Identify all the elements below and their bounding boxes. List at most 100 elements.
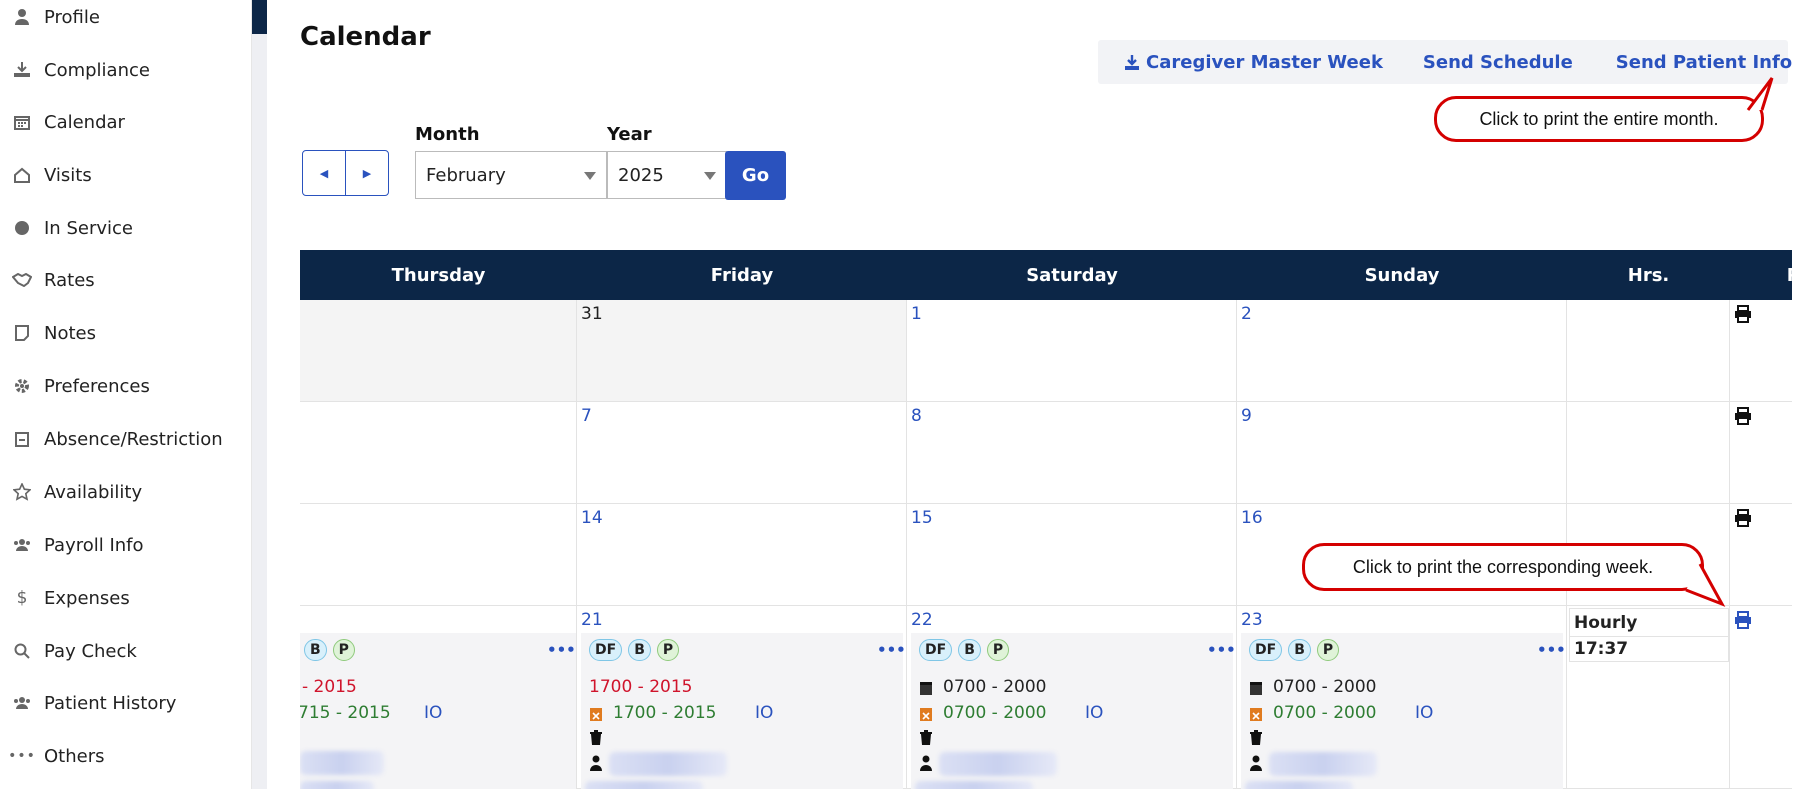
day-cell[interactable] bbox=[300, 300, 577, 402]
hours-cell bbox=[1567, 300, 1730, 402]
day-cell[interactable]: 31 bbox=[577, 300, 907, 402]
more-options-icon[interactable]: ••• bbox=[877, 641, 906, 659]
sidebar-item-availability[interactable]: Availability bbox=[0, 472, 252, 512]
print-week-icon[interactable] bbox=[1734, 509, 1752, 527]
day-cell[interactable]: 15 bbox=[907, 504, 1237, 606]
callout-print-week: Click to print the corresponding week. bbox=[1302, 543, 1704, 591]
callout-print-week-text: Click to print the corresponding week. bbox=[1352, 556, 1654, 577]
day-cell[interactable]: 21 DF B P ••• 1700 - 2015 1700 - 2015 IO bbox=[577, 606, 907, 789]
print-week-icon[interactable] bbox=[1734, 407, 1752, 425]
sidebar: Profile Compliance Calendar Visits In Se… bbox=[0, 0, 252, 789]
calendar-icon bbox=[12, 114, 32, 130]
day-number: 2 bbox=[1241, 304, 1252, 324]
sidebar-item-preferences[interactable]: Preferences bbox=[0, 366, 252, 406]
sidebar-item-label: Profile bbox=[44, 6, 100, 28]
io-link[interactable]: IO bbox=[755, 703, 773, 723]
callout-print-week-tail bbox=[1685, 563, 1726, 607]
prev-month-button[interactable]: ◀ bbox=[303, 151, 345, 195]
send-schedule-link[interactable]: Send Schedule bbox=[1423, 52, 1573, 73]
chevron-down-icon bbox=[704, 172, 716, 180]
header-thursday: Thursday bbox=[391, 264, 486, 286]
next-month-button[interactable]: ▶ bbox=[345, 151, 388, 195]
caregiver-master-week-label: Caregiver Master Week bbox=[1146, 51, 1383, 73]
caregiver-master-week-link[interactable]: Caregiver Master Week bbox=[1124, 52, 1383, 73]
hours-cell: Hourly 17:37 bbox=[1567, 606, 1730, 789]
month-nav-group: ◀ ▶ bbox=[302, 150, 389, 196]
more-options-icon[interactable]: ••• bbox=[1207, 641, 1236, 659]
redacted-caregiver bbox=[1269, 752, 1377, 776]
sidebar-item-pay-check[interactable]: Pay Check bbox=[0, 631, 252, 671]
sidebar-item-patient-history[interactable]: Patient History bbox=[0, 683, 252, 723]
print-cell bbox=[1730, 606, 1792, 789]
print-week-icon[interactable] bbox=[1734, 611, 1752, 629]
io-link[interactable]: IO bbox=[424, 703, 442, 723]
users-icon bbox=[12, 696, 32, 710]
app-root: Profile Compliance Calendar Visits In Se… bbox=[0, 0, 1803, 789]
sidebar-item-absence-restriction[interactable]: Absence/Restriction bbox=[0, 419, 252, 459]
visit-badges: DF B P bbox=[1249, 639, 1340, 661]
day-cell[interactable] bbox=[300, 504, 577, 606]
sidebar-item-label: Expenses bbox=[44, 587, 130, 609]
sidebar-item-expenses[interactable]: $ Expenses bbox=[0, 578, 252, 618]
caregiver-icon bbox=[1250, 755, 1262, 771]
sidebar-item-rates[interactable]: Rates bbox=[0, 260, 252, 300]
send-patient-info-link[interactable]: Send Patient Info bbox=[1616, 52, 1792, 73]
sidebar-item-in-service[interactable]: In Service bbox=[0, 208, 252, 248]
day-cell[interactable]: 7 bbox=[577, 402, 907, 504]
visit-card[interactable]: DF B P ••• 0700 - 2000 0700 - 2000 IO bbox=[1241, 633, 1566, 789]
trash-icon[interactable] bbox=[1249, 730, 1263, 746]
sidebar-item-label: In Service bbox=[44, 217, 133, 239]
sidebar-item-label: Patient History bbox=[44, 692, 177, 714]
redacted-caregiver bbox=[939, 752, 1057, 776]
io-link[interactable]: IO bbox=[1085, 703, 1103, 723]
trash-icon[interactable] bbox=[919, 730, 933, 746]
calendar-minus-icon bbox=[12, 431, 32, 447]
visit-card[interactable]: DF B P ••• 0700 - 2000 0700 - 2000 IO bbox=[911, 633, 1236, 789]
day-cell[interactable]: 2 bbox=[1237, 300, 1567, 402]
caret-right-icon: ▶ bbox=[362, 166, 372, 180]
day-cell[interactable]: 8 bbox=[907, 402, 1237, 504]
visit-card[interactable]: B P ••• - 2015 715 - 2015 IO bbox=[300, 633, 576, 789]
header-hours: Hrs. bbox=[1627, 264, 1670, 286]
day-number: 15 bbox=[911, 508, 933, 528]
year-label: Year bbox=[607, 124, 652, 145]
year-select[interactable]: 2025 bbox=[607, 151, 727, 199]
sidebar-item-label: Notes bbox=[44, 322, 96, 344]
caregiver-icon bbox=[590, 755, 602, 771]
month-select[interactable]: February bbox=[415, 151, 607, 199]
day-number: 22 bbox=[911, 610, 933, 630]
sidebar-item-profile[interactable]: Profile bbox=[0, 0, 252, 37]
day-cell[interactable]: 22 DF B P ••• 0700 - 2000 0700 - 2000 IO bbox=[907, 606, 1237, 789]
visit-card[interactable]: DF B P ••• 1700 - 2015 1700 - 2015 IO bbox=[581, 633, 906, 789]
callout-print-month-text: Click to print the entire month. bbox=[1479, 108, 1719, 129]
sidebar-item-compliance[interactable]: Compliance bbox=[0, 50, 252, 90]
day-cell[interactable]: 23 DF B P ••• 0700 - 2000 0700 - 2000 IO bbox=[1237, 606, 1567, 789]
more-options-icon[interactable]: ••• bbox=[547, 641, 576, 659]
star-icon bbox=[12, 483, 32, 501]
download-icon bbox=[1125, 54, 1139, 70]
day-cell[interactable]: 9 bbox=[1237, 402, 1567, 504]
hours-cell bbox=[1567, 402, 1730, 504]
trash-icon[interactable] bbox=[589, 730, 603, 746]
redacted-detail bbox=[585, 781, 703, 789]
day-number: 23 bbox=[1241, 610, 1263, 630]
io-link[interactable]: IO bbox=[1415, 703, 1433, 723]
badge-b: B bbox=[1288, 639, 1311, 661]
day-cell[interactable]: B P ••• - 2015 715 - 2015 IO bbox=[300, 606, 577, 789]
redacted-detail bbox=[1245, 781, 1353, 789]
sidebar-item-calendar[interactable]: Calendar bbox=[0, 102, 252, 142]
sidebar-item-others[interactable]: ••• Others bbox=[0, 736, 252, 776]
header-sunday: Sunday bbox=[1364, 264, 1440, 286]
sidebar-item-visits[interactable]: Visits bbox=[0, 155, 252, 195]
day-cell[interactable]: 1 bbox=[907, 300, 1237, 402]
day-cell[interactable] bbox=[300, 402, 577, 504]
day-number: 16 bbox=[1241, 508, 1263, 528]
more-options-icon[interactable]: ••• bbox=[1537, 641, 1566, 659]
print-week-icon[interactable] bbox=[1734, 305, 1752, 323]
divider-accent bbox=[252, 0, 267, 34]
calendar-x-icon bbox=[1250, 708, 1262, 721]
day-cell[interactable]: 14 bbox=[577, 504, 907, 606]
sidebar-item-payroll-info[interactable]: Payroll Info bbox=[0, 525, 252, 565]
go-button[interactable]: Go bbox=[725, 151, 786, 200]
sidebar-item-notes[interactable]: Notes bbox=[0, 313, 252, 353]
